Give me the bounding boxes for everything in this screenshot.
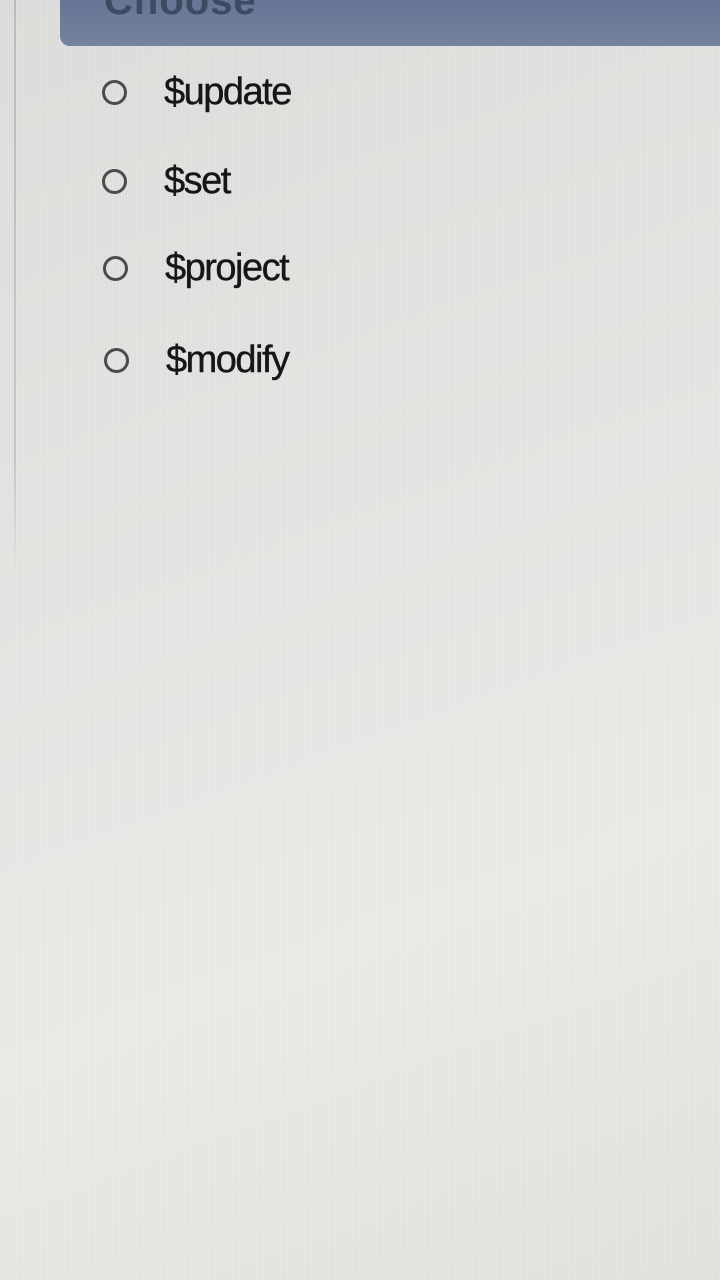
question-header-text: Choose: [104, 0, 257, 23]
radio-button-project[interactable]: [103, 255, 128, 281]
option-project[interactable]: $project: [103, 247, 290, 289]
option-set[interactable]: $set: [102, 160, 232, 202]
option-label-project: $project: [165, 247, 290, 289]
option-label-modify: $modify: [166, 339, 290, 381]
option-update[interactable]: $update: [102, 71, 293, 113]
option-modify[interactable]: $modify: [104, 339, 290, 381]
radio-button-update[interactable]: [102, 79, 127, 105]
option-label-update: $update: [164, 71, 293, 113]
radio-button-modify[interactable]: [104, 347, 129, 373]
left-panel-border: [14, 0, 16, 575]
option-label-set: $set: [164, 160, 232, 202]
question-header-bar: Choose: [60, 0, 720, 46]
radio-button-set[interactable]: [102, 168, 127, 194]
